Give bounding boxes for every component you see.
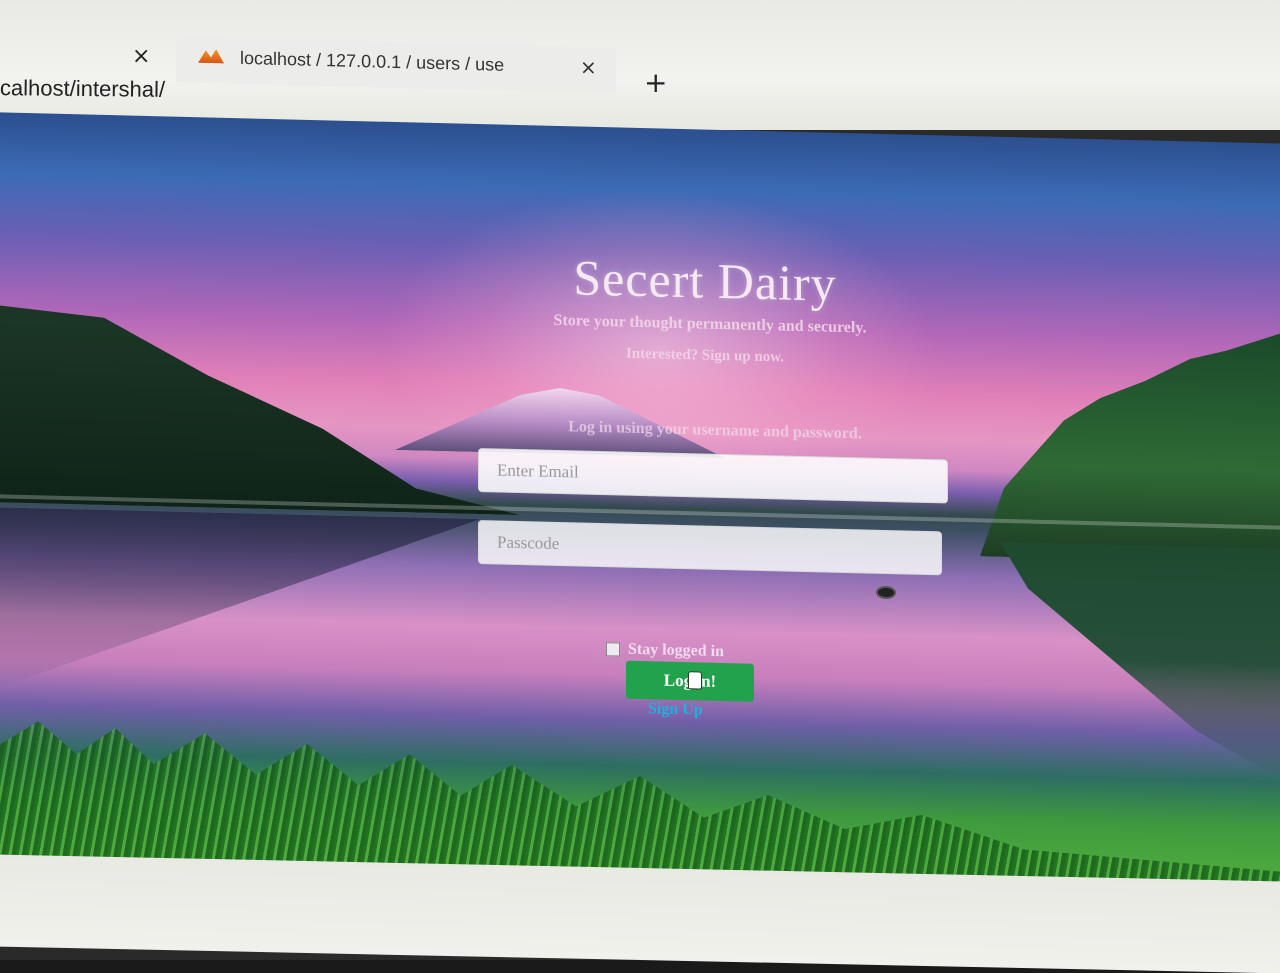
phpmyadmin-icon <box>198 49 224 64</box>
stay-logged-in-label: Stay logged in <box>628 640 725 661</box>
stay-logged-in-row[interactable]: Stay logged in <box>606 639 724 662</box>
hand-cursor-icon <box>688 671 702 690</box>
background-reflection-left <box>0 507 480 699</box>
password-field[interactable] <box>478 520 942 576</box>
background-reflection-right <box>1000 542 1280 779</box>
previous-tab-close-icon[interactable]: × <box>132 44 150 69</box>
stay-logged-in-checkbox[interactable] <box>606 642 620 657</box>
address-url[interactable]: calhost/intershal/ <box>0 75 165 103</box>
browser-chrome: × localhost / 127.0.0.1 / users / use × … <box>0 0 1280 130</box>
tab-bar: × localhost / 127.0.0.1 / users / use × … <box>0 18 1280 99</box>
signup-link[interactable]: Sign Up <box>648 700 703 719</box>
login-page: Secert Dairy Store your thought permanen… <box>0 112 1280 904</box>
monitor-frame: × localhost / 127.0.0.1 / users / use × … <box>0 0 1280 973</box>
eye-icon <box>876 585 896 600</box>
address-bar[interactable]: calhost/intershal/ <box>0 70 1280 120</box>
